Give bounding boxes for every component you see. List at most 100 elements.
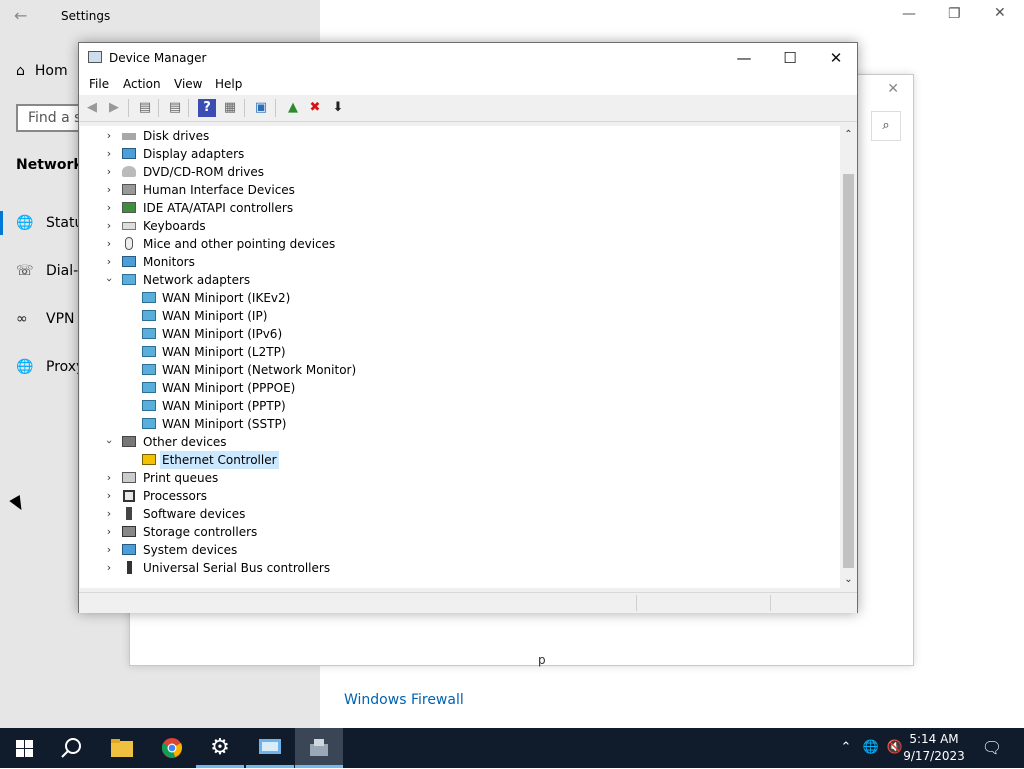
minimize-button[interactable]: — [721,43,767,73]
settings-nav-proxy[interactable]: 🌐 Proxy [16,359,84,375]
settings-home-item[interactable]: ⌂ Hom [16,63,68,79]
chevron-right-icon[interactable]: › [103,487,115,505]
settings-home-label: Hom [34,63,68,79]
unknown-device-icon [122,436,136,447]
mouse-icon [125,237,133,250]
chevron-down-icon[interactable]: › [100,436,118,448]
network-icon [142,292,156,303]
hid-icon [122,184,136,195]
network-icon [142,418,156,429]
settings-title: Settings [61,9,111,23]
chevron-right-icon[interactable]: › [103,559,115,577]
close-button[interactable]: ✕ [813,43,859,73]
storage-icon [122,526,136,537]
file-explorer-button[interactable] [98,728,146,768]
display-icon [122,148,136,159]
ide-icon [122,202,136,213]
close-icon[interactable]: ✕ [887,81,899,97]
chevron-right-icon[interactable]: › [103,163,115,181]
dvd-icon [122,166,136,177]
back-arrow-icon[interactable]: ◀ [83,99,101,117]
vertical-scrollbar[interactable]: ⌃ ⌄ [840,126,857,588]
windows-firewall-link[interactable]: Windows Firewall [344,692,464,708]
help-icon[interactable]: ? [198,99,216,117]
device-manager-icon [310,739,328,756]
restore-icon[interactable]: ❐ [948,6,961,22]
chevron-right-icon[interactable]: › [103,523,115,541]
settings-nav-vpn[interactable]: ∞ VPN [16,311,75,327]
network-icon [142,400,156,411]
control-panel-button[interactable] [246,728,294,768]
windows-logo-icon [15,739,33,757]
notifications-icon[interactable]: 🗨 [978,728,1006,768]
menu-action[interactable]: Action [123,77,161,91]
network-icon [142,382,156,393]
chevron-right-icon[interactable]: › [103,541,115,559]
back-arrow-icon[interactable]: ← [14,6,27,25]
chevron-up-icon[interactable]: ⌃ [836,728,856,768]
clock[interactable]: 5:14 AM 9/17/2023 [902,731,966,765]
mouse-cursor-icon [9,494,27,514]
monitor-icon [122,256,136,267]
disable-device-icon[interactable]: ⬇ [329,99,347,117]
chevron-right-icon[interactable]: › [103,127,115,145]
scroll-up-icon[interactable]: ⌃ [840,126,857,143]
document-icon[interactable]: ▤ [166,99,184,117]
chevron-right-icon[interactable]: › [103,505,115,523]
printer-icon [122,472,136,483]
chevron-right-icon[interactable]: › [103,181,115,199]
taskbar: ⚙ ⌃ 🌐 🔇 5:14 AM 9/17/2023 🗨 [0,728,1024,768]
chevron-right-icon[interactable]: › [103,469,115,487]
minimize-icon[interactable]: — [902,6,916,22]
search-icon[interactable]: ⌕ [871,111,901,141]
window-title: Device Manager [109,51,207,65]
clock-time: 5:14 AM [909,732,959,746]
chevron-right-icon[interactable]: › [103,235,115,253]
selected-indicator [0,211,3,235]
home-icon: ⌂ [16,63,25,79]
network-icon [142,364,156,375]
search-button[interactable] [48,728,96,768]
toolbar: ◀ ▶ ▤ ▤ ? ▦ ▣ ▲ ✖ ⬇ [79,95,857,122]
close-icon[interactable]: ✕ [994,5,1006,21]
settings-nav-dialup[interactable]: ☏ Dial-u [16,263,87,279]
scroll-down-icon[interactable]: ⌄ [840,571,857,588]
gear-icon: ⚙ [210,735,230,760]
menu-help[interactable]: Help [215,77,242,91]
usb-icon [127,561,132,574]
start-button[interactable] [0,728,48,768]
network-icon [142,328,156,339]
details-view-icon[interactable]: ▦ [221,99,239,117]
title-bar[interactable]: Device Manager — ☐ ✕ [79,43,857,73]
properties-view-icon[interactable]: ▤ [136,99,154,117]
menu-view[interactable]: View [174,77,202,91]
network-icon[interactable]: 🌐 [860,728,882,768]
network-icon [122,274,136,285]
settings-taskbar-button[interactable]: ⚙ [196,728,244,768]
search-icon [61,738,81,758]
processor-icon [123,490,135,502]
dialup-icon: ☏ [16,263,34,279]
folder-icon [111,739,133,757]
scroll-thumb[interactable] [843,174,854,568]
uninstall-device-icon[interactable]: ✖ [306,99,324,117]
system-icon [122,544,136,555]
maximize-button[interactable]: ☐ [767,43,813,73]
scan-hardware-icon[interactable]: ▣ [252,99,270,117]
chrome-button[interactable] [148,728,196,768]
device-manager-window: Device Manager — ☐ ✕ File Action View He… [78,42,858,613]
settings-nav-status[interactable]: 🌐 Statu [16,215,83,231]
chevron-right-icon[interactable]: › [103,145,115,163]
chevron-right-icon[interactable]: › [103,199,115,217]
globe-icon: 🌐 [16,359,34,375]
forward-arrow-icon[interactable]: ▶ [105,99,123,117]
clock-date: 9/17/2023 [903,749,965,763]
chevron-down-icon[interactable]: › [100,274,118,286]
chevron-right-icon[interactable]: › [103,217,115,235]
menu-file[interactable]: File [89,77,109,91]
device-manager-taskbar-button[interactable] [295,728,343,768]
chevron-right-icon[interactable]: › [103,253,115,271]
menu-bar: File Action View Help [79,73,857,95]
device-tree: › Disk drives › Display adapters › DVD/C… [80,126,840,588]
update-driver-icon[interactable]: ▲ [284,99,302,117]
